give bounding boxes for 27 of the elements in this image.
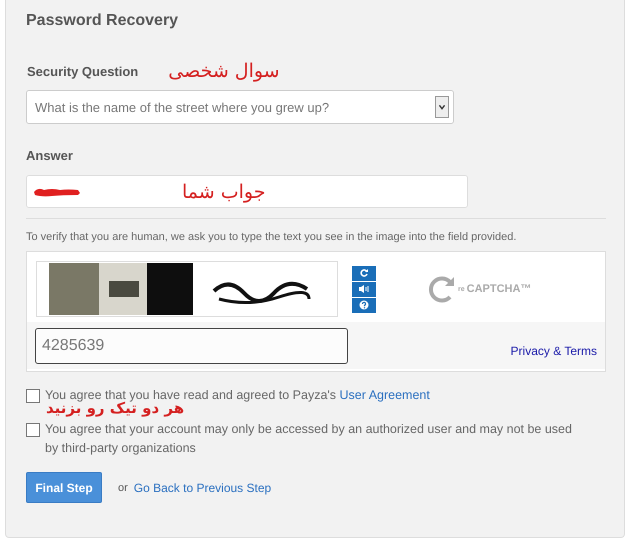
security-question-dropdown[interactable]: What is the name of the street where you grew up? (26, 90, 454, 124)
annotation: جواب شما (182, 180, 266, 202)
instruction-text: To verify that you are human, we ask you to type the text you see in the image into the field provided. (26, 231, 518, 243)
agreement-text: You agree that your account may only be accessed by an authorized user and may not be used by third-party organizations (45, 421, 573, 457)
or-text: or (118, 482, 128, 494)
recaptcha-logo-icon (428, 274, 456, 304)
annotation: سوال شخصی (168, 60, 280, 82)
caret-icon (435, 96, 449, 118)
agreement-text: You agree that you have read and agreed to Payza's User Agreement (45, 387, 430, 402)
speaker-icon (358, 284, 370, 294)
checkbox[interactable] (26, 423, 40, 437)
user-agreement-link[interactable]: User Agreement (340, 388, 430, 402)
back-link[interactable]: Go Back to Previous Step (134, 480, 272, 494)
refresh-button[interactable] (352, 266, 376, 280)
page-title: Password Recovery (26, 12, 180, 30)
logo-text: CAPTCHA™ (466, 283, 532, 295)
help-icon (359, 300, 369, 310)
privacy-terms-link[interactable]: Privacy & Terms (510, 344, 597, 358)
final-step-button[interactable]: Final Step (26, 472, 102, 503)
field-label: Answer (26, 148, 74, 163)
audio-button[interactable] (352, 282, 376, 296)
answer-field[interactable]: جواب شما (26, 175, 468, 208)
field-label: Security Question (27, 64, 138, 78)
help-button[interactable] (352, 298, 376, 312)
captcha-input-field[interactable]: 4285639 (35, 328, 348, 364)
refresh-icon (359, 268, 369, 278)
checkbox[interactable] (26, 389, 40, 403)
